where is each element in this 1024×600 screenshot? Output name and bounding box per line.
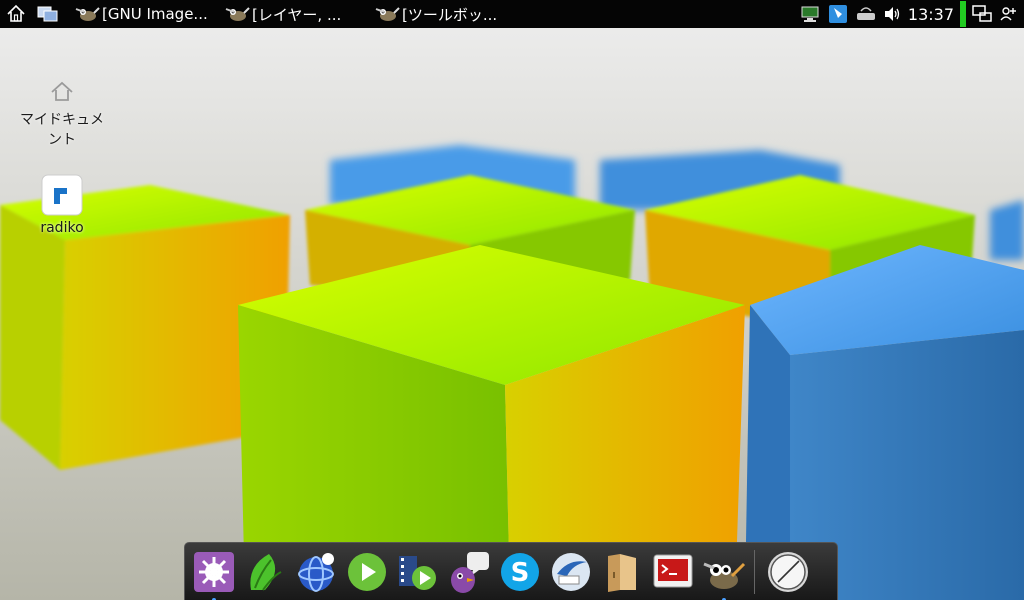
- home-folder-icon: [48, 78, 76, 106]
- desktop-wallpaper: [0, 0, 1024, 600]
- dock-item-file-manager[interactable]: [599, 549, 645, 595]
- clock-icon: [768, 551, 808, 592]
- volume-icon[interactable]: [880, 2, 904, 26]
- desktop-icon-label: radiko: [40, 220, 84, 236]
- dock-item-web-globe[interactable]: [293, 549, 339, 595]
- desktop-icon-my-documents[interactable]: マイドキュメント: [14, 78, 110, 150]
- dock-item-video-player[interactable]: [395, 549, 441, 595]
- file-manager-icon: [608, 553, 636, 592]
- gimp-icon: [75, 7, 100, 21]
- bluetooth-app-icon[interactable]: [826, 2, 850, 26]
- dock-item-pidgin[interactable]: [446, 549, 492, 595]
- skype-icon: S: [501, 552, 539, 591]
- network-monitor-icon[interactable]: [798, 2, 822, 26]
- system-tray: 13:37: [798, 0, 1024, 28]
- media-play-icon: [348, 552, 386, 591]
- dock-item-mail[interactable]: [548, 549, 594, 595]
- dock-item-clock[interactable]: [765, 549, 811, 595]
- user-switch-icon[interactable]: [996, 2, 1020, 26]
- dock-separator: [754, 549, 755, 594]
- dock-item-terminal[interactable]: [650, 549, 696, 595]
- desktop-icon-radiko[interactable]: radiko: [14, 174, 110, 238]
- dock-item-gimp[interactable]: [701, 549, 747, 600]
- mail-client-icon: [552, 552, 590, 591]
- wireless-icon[interactable]: [854, 2, 878, 26]
- clock[interactable]: 13:37: [908, 5, 954, 24]
- gimp-icon: [375, 7, 400, 21]
- svg-text:S: S: [511, 558, 530, 588]
- radiko-icon: [41, 174, 83, 216]
- show-desktop-icon[interactable]: [36, 2, 60, 26]
- application-dock: S: [184, 542, 838, 600]
- dock-item-media-play[interactable]: [344, 549, 390, 595]
- gimp-icon: [703, 562, 746, 589]
- taskbar-item-toolbox[interactable]: [ツールボッ...: [374, 0, 514, 28]
- taskbar-item-gimp-image[interactable]: [GNU Image...: [74, 0, 224, 28]
- terminal-icon: [653, 554, 693, 587]
- network-status-icon[interactable]: [970, 2, 994, 26]
- dock-item-settings[interactable]: [191, 549, 237, 600]
- gimp-icon: [225, 7, 250, 21]
- top-panel: [GNU Image... [レイヤー, ... [ツールボッ... 13:37: [0, 0, 1024, 28]
- home-icon[interactable]: [4, 2, 28, 26]
- battery-indicator[interactable]: [960, 1, 966, 27]
- pidgin-chat-icon: [451, 551, 489, 593]
- taskbar-item-label: [GNU Image...: [102, 5, 208, 23]
- settings-icon: [194, 551, 234, 592]
- taskbar-item-label: [ツールボッ...: [402, 5, 498, 24]
- video-player-icon: [399, 555, 436, 590]
- dock-item-leaf-browser[interactable]: [242, 549, 288, 595]
- dock-item-skype[interactable]: S: [497, 549, 543, 595]
- leaf-browser-icon: [250, 553, 282, 591]
- web-globe-icon: [298, 552, 334, 592]
- taskbar-item-label: [レイヤー, ...: [252, 5, 342, 24]
- desktop-icon-label: マイドキュメント: [20, 112, 104, 148]
- taskbar-item-layers[interactable]: [レイヤー, ...: [224, 0, 374, 28]
